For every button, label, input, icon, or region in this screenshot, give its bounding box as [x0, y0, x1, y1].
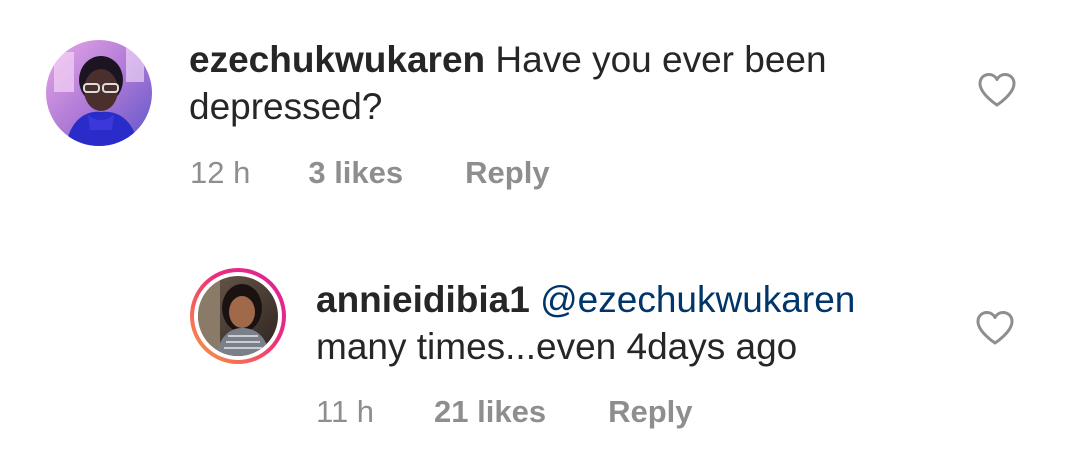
user-avatar-icon: [198, 276, 278, 356]
comment-text: many times...even 4days ago: [316, 326, 798, 367]
comment-meta: 12 h 3 likes Reply: [190, 155, 550, 191]
heart-outline-icon[interactable]: [977, 72, 1017, 108]
comment-time: 12 h: [190, 155, 251, 190]
mention-link[interactable]: @ezechukwukaren: [540, 279, 855, 320]
comment-likes[interactable]: 21 likes: [434, 394, 546, 430]
reply-button[interactable]: Reply: [465, 155, 549, 191]
comment-username[interactable]: ezechukwukaren: [189, 39, 485, 80]
user-avatar-icon: [46, 40, 152, 146]
comment-likes[interactable]: 3 likes: [308, 155, 403, 191]
avatar[interactable]: [46, 40, 152, 146]
avatar[interactable]: [190, 268, 286, 364]
comment-meta: 11 h 21 likes Reply: [316, 394, 693, 430]
comment-time: 11 h: [316, 394, 375, 429]
comment-username[interactable]: annieidibia1: [316, 279, 530, 320]
heart-outline-icon[interactable]: [975, 310, 1015, 346]
reply-button[interactable]: Reply: [608, 394, 692, 430]
comment-text-block: annieidibia1 @ezechukwukaren many times.…: [316, 276, 1056, 370]
comment-text-block: ezechukwukaren Have you ever been depres…: [189, 36, 929, 130]
